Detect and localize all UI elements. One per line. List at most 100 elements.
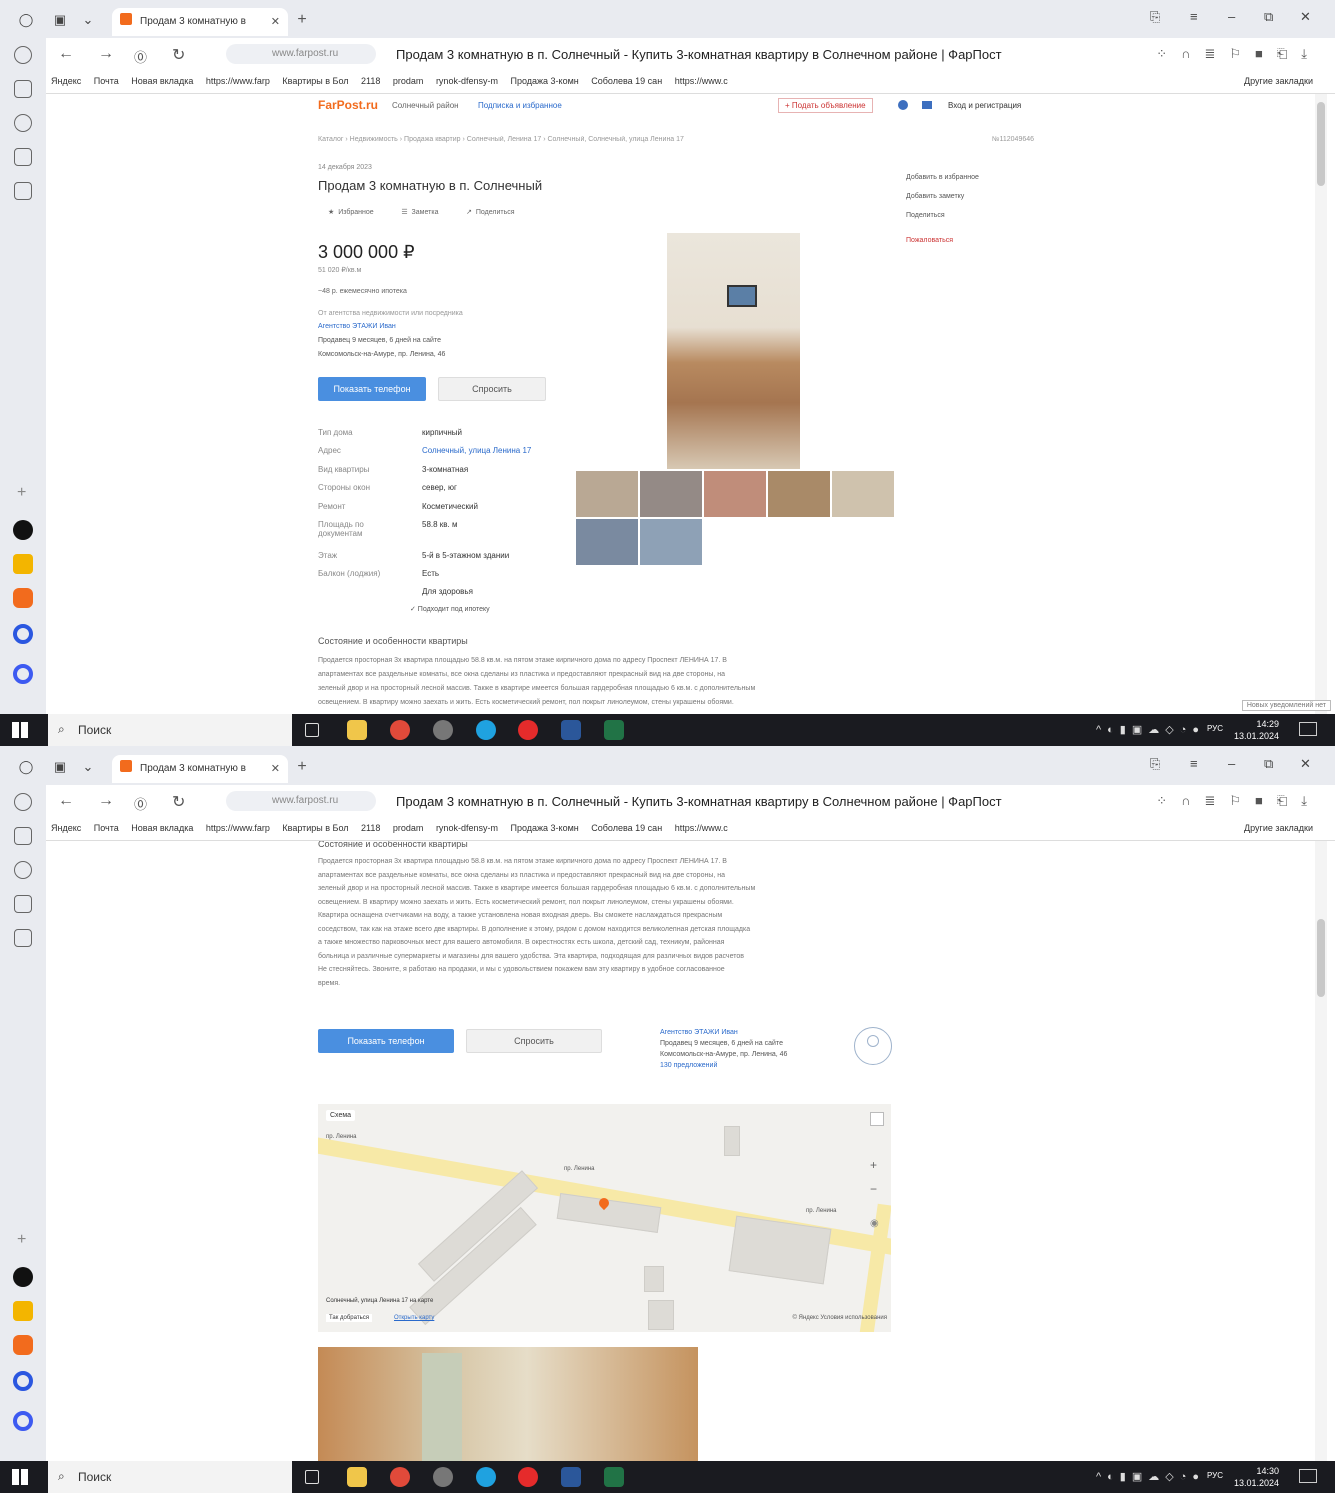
downloads-icon[interactable] xyxy=(14,148,32,166)
globe-icon[interactable] xyxy=(898,100,908,110)
thumbnail[interactable] xyxy=(576,471,638,517)
collections-icon[interactable] xyxy=(14,827,32,845)
excel-icon[interactable] xyxy=(604,1467,624,1487)
mortgage-info[interactable]: ~48 р. ежемесячно ипотека xyxy=(318,288,407,295)
bookmark[interactable]: Квартиры в Бол xyxy=(282,823,348,833)
bookmark[interactable]: Квартиры в Бол xyxy=(282,76,348,86)
bookmark[interactable]: Почта xyxy=(94,823,119,833)
close-window-icon[interactable]: ✕ xyxy=(1300,756,1311,772)
active-tab[interactable]: Продам 3 комнатную в ✕ xyxy=(112,8,288,36)
tray-icons[interactable]: ^◐▮▣☁◇◔● xyxy=(1096,1470,1205,1483)
bookmark[interactable]: https://www.c xyxy=(675,76,728,86)
scrollbar-thumb[interactable] xyxy=(1317,919,1325,997)
alice-icon[interactable] xyxy=(13,664,33,684)
menu-icon[interactable]: ≡ xyxy=(1190,756,1198,771)
complain-link[interactable]: Пожаловаться xyxy=(906,231,1046,250)
app-icon[interactable] xyxy=(433,720,453,740)
app-icon[interactable] xyxy=(13,588,33,608)
bookmark[interactable]: 2118 xyxy=(361,76,380,86)
alice-icon[interactable] xyxy=(13,624,33,644)
start-icon[interactable] xyxy=(12,722,28,738)
app-icon[interactable] xyxy=(13,554,33,574)
app-icon[interactable] xyxy=(13,1301,33,1321)
minimize-icon[interactable]: – xyxy=(1228,756,1235,771)
other-bookmarks[interactable]: Другие закладки xyxy=(1244,823,1313,833)
active-tab[interactable]: Продам 3 комнатную в ✕ xyxy=(112,755,288,783)
bookmark[interactable]: https://www.farp xyxy=(206,76,270,86)
close-icon[interactable]: ✕ xyxy=(271,762,280,775)
profile-icon[interactable]: ◯ xyxy=(16,10,36,30)
close-icon[interactable]: ✕ xyxy=(271,15,280,28)
avatar[interactable] xyxy=(854,1027,892,1065)
app-icon[interactable] xyxy=(13,1267,33,1287)
post-ad-button[interactable]: + Подать объявление xyxy=(778,98,873,113)
yandex-icon[interactable] xyxy=(518,720,538,740)
add-icon[interactable]: + xyxy=(17,1231,26,1249)
url-field[interactable]: www.farpost.ru xyxy=(226,791,376,811)
bookmark[interactable]: Продажа 3-комн xyxy=(510,823,578,833)
taskbar-search[interactable]: Поиск xyxy=(48,714,292,746)
maximize-icon[interactable]: ⧉ xyxy=(1264,9,1273,25)
region-link[interactable]: Солнечный район xyxy=(392,101,459,110)
alice-icon[interactable] xyxy=(13,1411,33,1431)
url-field[interactable]: www.farpost.ru xyxy=(226,44,376,64)
protect-icon[interactable]: ⓪ xyxy=(134,794,147,813)
language-indicator[interactable]: РУС xyxy=(1207,1471,1223,1480)
screenshot-icon[interactable] xyxy=(14,182,32,200)
edge-icon[interactable] xyxy=(476,720,496,740)
thumbnail[interactable] xyxy=(640,519,702,565)
task-view-icon[interactable] xyxy=(305,723,319,737)
other-bookmarks[interactable]: Другие закладки xyxy=(1244,76,1313,86)
add-icon[interactable]: + xyxy=(17,484,26,502)
bookmark[interactable]: Почта xyxy=(94,76,119,86)
ask-button[interactable]: Спросить xyxy=(466,1029,602,1053)
explorer-icon[interactable] xyxy=(347,720,367,740)
site-logo[interactable]: FarPost.ru xyxy=(318,98,378,112)
bookmark[interactable]: Соболева 19 сан xyxy=(591,823,662,833)
bookmark[interactable]: Яндекс xyxy=(51,823,81,833)
thumbnail[interactable] xyxy=(640,471,702,517)
thumbnail[interactable] xyxy=(576,519,638,565)
media-icon[interactable] xyxy=(14,114,32,132)
add-favorite-link[interactable]: Добавить в избранное xyxy=(906,168,1046,187)
start-icon[interactable] xyxy=(12,1469,28,1485)
param-value[interactable]: Солнечный, улица Ленина 17 xyxy=(422,446,531,455)
forward-icon[interactable]: → xyxy=(98,45,114,63)
map-layer-select[interactable]: Схема xyxy=(326,1110,356,1121)
profile-icon[interactable]: ◯ xyxy=(16,757,36,777)
explorer-icon[interactable] xyxy=(347,1467,367,1487)
listing-photo[interactable] xyxy=(318,1347,698,1465)
fullscreen-icon[interactable] xyxy=(870,1112,884,1126)
bookmark[interactable]: rynok-dfensy-m xyxy=(436,823,498,833)
ask-button[interactable]: Спросить xyxy=(438,377,546,401)
new-tab-button[interactable]: + xyxy=(292,757,312,777)
tabs-icon[interactable]: ▣ xyxy=(50,757,70,777)
clock[interactable]: 14:30 13.01.2024 xyxy=(1234,1465,1279,1489)
yandex-icon[interactable] xyxy=(518,1467,538,1487)
scrollbar[interactable] xyxy=(1315,94,1327,718)
bookmark[interactable]: https://www.farp xyxy=(206,823,270,833)
media-icon[interactable] xyxy=(14,861,32,879)
bookmark[interactable]: prodam xyxy=(393,76,424,86)
scrollbar[interactable] xyxy=(1315,841,1327,1465)
bookmark[interactable]: Яндекс xyxy=(51,76,81,86)
bookmark[interactable]: Продажа 3-комн xyxy=(510,76,578,86)
protect-icon[interactable]: ⓪ xyxy=(134,47,147,66)
login-link[interactable]: Вход и регистрация xyxy=(948,101,1021,110)
show-phone-button[interactable]: Показать телефон xyxy=(318,1029,454,1053)
bookmark[interactable]: Новая вкладка xyxy=(131,823,193,833)
chevron-down-icon[interactable]: ⌄ xyxy=(78,10,98,30)
tray-icons[interactable]: ^◐▮▣☁◇◔● xyxy=(1096,723,1205,736)
bookmark[interactable]: prodam xyxy=(393,823,424,833)
app-icon[interactable] xyxy=(433,1467,453,1487)
agency-link[interactable]: Агентство ЭТАЖИ Иван xyxy=(318,323,396,330)
back-icon[interactable]: ← xyxy=(58,45,74,63)
taskbar-search[interactable]: Поиск xyxy=(48,1461,292,1493)
note-button[interactable]: ☰ Заметка xyxy=(401,209,438,216)
share-button[interactable]: ↗ Поделиться xyxy=(466,209,514,216)
add-note-link[interactable]: Добавить заметку xyxy=(906,187,1046,206)
main-photo[interactable] xyxy=(667,233,800,469)
edge-icon[interactable] xyxy=(476,1467,496,1487)
breadcrumb[interactable]: Каталог › Недвижимость › Продажа квартир… xyxy=(318,136,878,143)
bookmark-page-icon[interactable]: ⎘ xyxy=(1150,9,1160,25)
